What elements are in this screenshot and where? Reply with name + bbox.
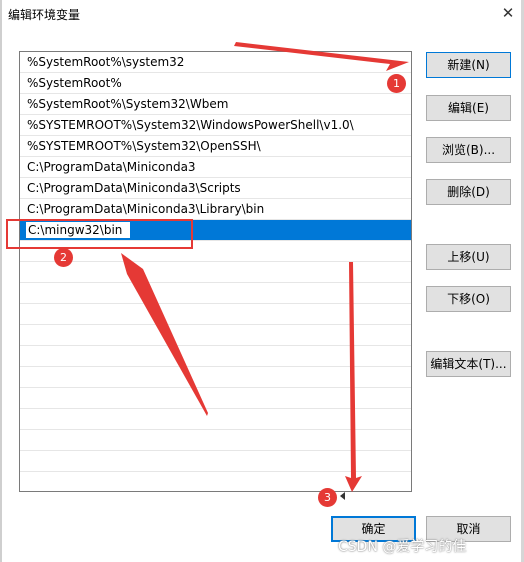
annotation-arrows — [121, 42, 409, 492]
edit-env-var-dialog: 编辑环境变量 ✕ %SystemRoot%\system32 %SystemRo… — [0, 0, 524, 562]
annotation-arrow-3 — [345, 262, 362, 492]
annotation-badge-2: 2 — [54, 248, 73, 267]
annotation-badge-1: 1 — [387, 74, 406, 93]
annotation-arrow-2 — [121, 253, 208, 416]
annotation-badge-3: 3 — [318, 488, 337, 507]
watermark-text: CSDN @爱学习的佳 — [338, 539, 467, 555]
annotation-arrow-1 — [234, 42, 409, 71]
